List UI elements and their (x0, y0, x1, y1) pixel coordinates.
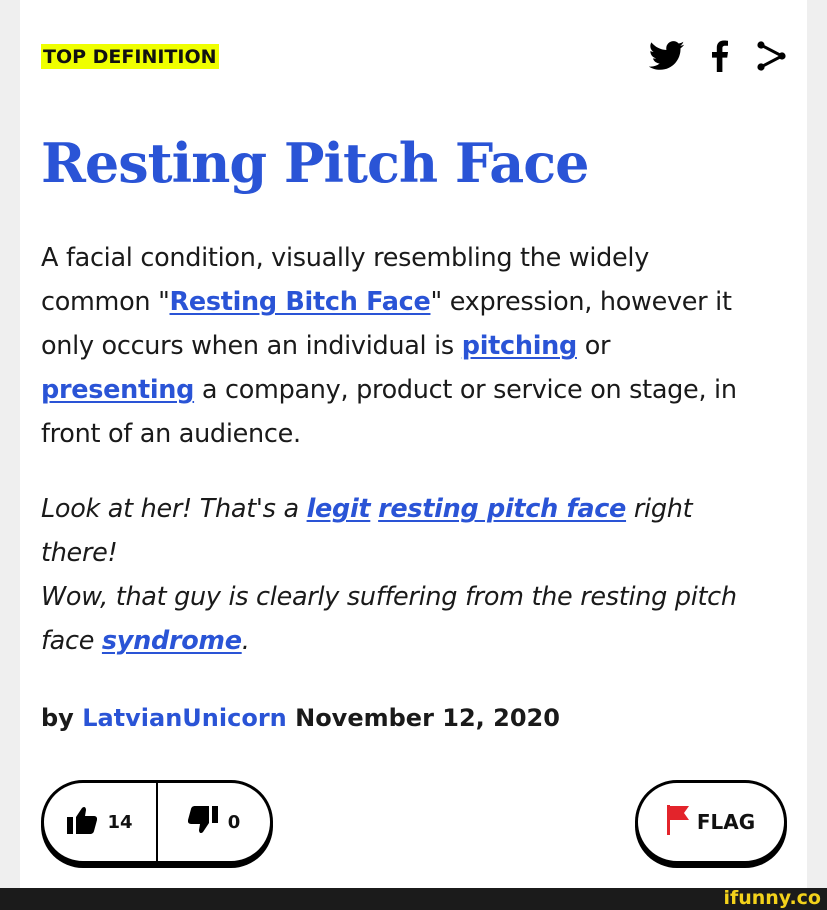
downvote-count: 0 (227, 811, 241, 833)
term-link[interactable]: legit (307, 494, 371, 524)
page-margin-left (0, 0, 20, 888)
term-link[interactable]: Resting Bitch Face (170, 287, 431, 317)
term-link[interactable]: presenting (41, 375, 194, 405)
page-margin-right (807, 0, 827, 888)
term-link[interactable]: syndrome (102, 626, 242, 656)
share-icon[interactable] (755, 38, 787, 74)
ifunny-watermark: ifunny.co (723, 887, 821, 909)
flag-label: FLAG (696, 810, 756, 834)
text-segment: Look at her! That's a (41, 494, 307, 524)
upvote-count: 14 (107, 811, 133, 833)
text-segment: or (576, 331, 611, 361)
text-segment (370, 494, 378, 524)
twitter-icon[interactable] (649, 38, 685, 74)
author-link[interactable]: LatvianUnicorn (82, 704, 287, 732)
post-date: November 12, 2020 (295, 704, 560, 732)
term-link[interactable]: resting pitch face (378, 494, 626, 524)
upvote-button[interactable]: 14 (44, 783, 156, 861)
definition-word[interactable]: Resting Pitch Face (41, 130, 590, 196)
definition-example: Look at her! That's a legit resting pitc… (41, 487, 741, 663)
term-link[interactable]: pitching (462, 331, 578, 361)
facebook-icon[interactable] (711, 38, 729, 74)
share-icons (649, 38, 787, 74)
byline-prefix: by (41, 704, 74, 732)
top-definition-label: TOP DEFINITION (41, 44, 219, 69)
text-segment: . (241, 626, 250, 656)
definition-meaning: A facial condition, visually resembling … (41, 236, 741, 456)
thumbs-down-icon (187, 806, 218, 838)
thumbs-up-icon (67, 806, 98, 838)
flag-icon (666, 805, 691, 839)
downvote-button[interactable]: 0 (158, 783, 270, 861)
flag-button[interactable]: FLAG (635, 780, 787, 864)
byline: by LatvianUnicorn November 12, 2020 (41, 700, 560, 736)
watermark-bar (0, 888, 827, 910)
vote-buttons: 14 0 (41, 780, 273, 864)
